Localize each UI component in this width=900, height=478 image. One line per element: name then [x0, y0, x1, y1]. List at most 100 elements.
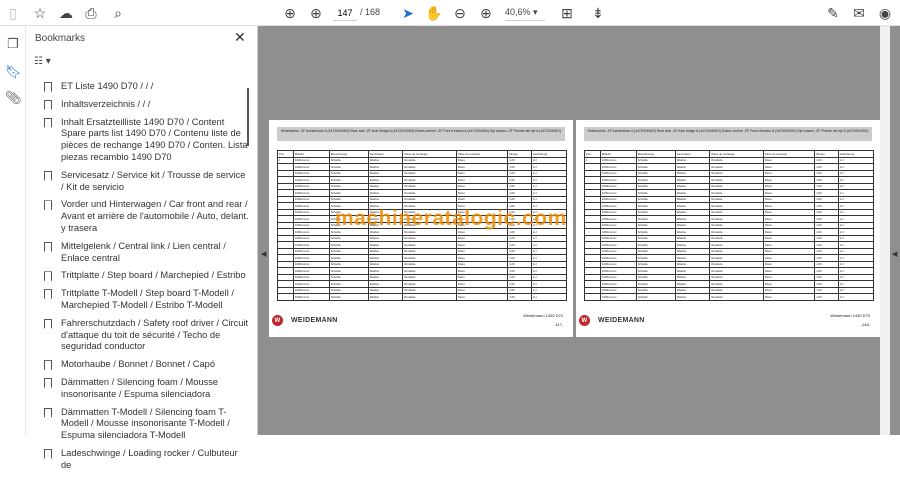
document-scrollbar[interactable]	[880, 26, 890, 435]
bookmark-item[interactable]: Trittplatte T-Modell / Step board T-Mode…	[40, 288, 250, 312]
table-cell: Disco	[762, 293, 816, 301]
bookmark-icon	[44, 170, 52, 181]
bookmark-icon	[44, 82, 52, 92]
bookmark-icon	[44, 271, 52, 282]
table-cell: Rondelle	[709, 293, 764, 301]
watermark: machineratalogic.com	[335, 207, 567, 230]
bookmark-label: Ladeschwinge / Loading rocker / Culbuteu…	[61, 447, 238, 470]
bookmark-label: Dämmatten T-Modell / Silencing foam T-Mo…	[61, 406, 230, 441]
table-cell: 1000xxxxxx	[292, 293, 330, 301]
bookmark-icon	[44, 407, 52, 418]
table-cell: Rondelle	[402, 293, 457, 301]
zoom-out-icon[interactable]: ⊖	[451, 4, 469, 22]
table-cell: 1,00	[814, 293, 839, 301]
footer-model: Weidemann 1490 D70	[830, 313, 870, 318]
page-fit-icon[interactable]: ⊞	[558, 4, 576, 22]
bookmark-item[interactable]: Servicesatz / Service kit / Trousse de s…	[40, 170, 250, 194]
bookmark-label: Trittplatte T-Modell / Step board T-Mode…	[61, 288, 234, 310]
account-icon[interactable]: ◉	[876, 4, 894, 22]
hand-tool-icon[interactable]: ✋	[425, 4, 443, 22]
collapse-left-arrow[interactable]: ◀	[261, 250, 266, 258]
page-down-icon[interactable]: ⊕	[307, 4, 325, 22]
pages-icon[interactable]: ❐	[5, 36, 21, 52]
bookmark-label: Mittelgelenk / Central link / Lien centr…	[61, 240, 226, 263]
select-cursor-icon[interactable]: ➤	[399, 4, 417, 22]
logo-text: WEIDEMANN	[291, 317, 338, 324]
bookmark-item[interactable]: Inhaltsverzeichnis / / /	[40, 99, 250, 111]
attachment-icon[interactable]: 📎︎	[5, 90, 22, 106]
bookmark-item[interactable]: Dämmatten T-Modell / Silencing foam T-Mo…	[40, 407, 250, 442]
bookmark-list: ET Liste 1490 D70 / / / Inhaltsverzeichni…	[40, 81, 250, 478]
bookmark-label: Fahrerschutzdach / Safety roof driver / …	[61, 317, 249, 352]
footer-page-number: -148-	[860, 322, 870, 327]
save-icon[interactable]: ▯	[4, 4, 22, 22]
table-cell	[584, 293, 601, 301]
bookmark-icon	[44, 241, 52, 252]
search-icon[interactable]: ⌕	[109, 4, 127, 22]
bookmark-icon	[44, 360, 52, 371]
pdf-page: Hinterachse -ZF Achsbrücke A (447200405O…	[576, 120, 880, 337]
page-up-icon[interactable]: ⊕	[281, 4, 299, 22]
page-total: / 168	[360, 7, 381, 17]
bookmark-icon	[44, 200, 52, 211]
table-row: 1000xxxxxx Scheibe Washer Rondelle Disco 1,00…	[584, 293, 875, 301]
table-cell	[277, 293, 294, 301]
page-number-input[interactable]	[333, 5, 357, 21]
weidemann-logo: W WEIDEMANN	[272, 315, 338, 326]
bookmark-label: Inhaltsverzeichnis / / /	[61, 98, 151, 109]
bookmark-panel-icon[interactable]: 🔖︎	[5, 64, 22, 80]
sign-icon[interactable]: ✎	[824, 4, 842, 22]
bookmark-icon	[44, 448, 52, 459]
bookmark-label: Vorder und Hinterwagen / Car front and r…	[61, 199, 249, 233]
bookmark-item[interactable]: Mittelgelenk / Central link / Lien centr…	[40, 241, 250, 265]
scroll-mode-icon[interactable]: ⇟	[589, 4, 607, 22]
table-cell: Washer	[367, 293, 404, 301]
bookmark-label: Inhalt Ersatzteilliste 1490 D70 / Conten…	[61, 116, 248, 162]
bookmark-label: Trittplatte / Step board / Marchepied / …	[61, 270, 246, 281]
table-cell: Disco	[455, 293, 509, 301]
table-cell: 1,00	[507, 293, 532, 301]
print-icon[interactable]: ⎙	[82, 4, 100, 22]
bookmark-label: Motorhaube / Bonnet / Bonnet / Capó	[61, 359, 216, 370]
bookmark-item[interactable]: Trittplatte / Step board / Marchepied / …	[40, 270, 250, 282]
weidemann-logo: W WEIDEMANN	[579, 315, 645, 326]
bookmark-icon	[44, 289, 52, 300]
bookmark-icon	[44, 318, 52, 329]
bookmark-item[interactable]: Fahrerschutzdach / Safety roof driver / …	[40, 318, 250, 353]
bookmark-label: Servicesatz / Service kit / Trousse de s…	[61, 169, 246, 192]
bookmark-icon	[44, 117, 52, 128]
star-icon[interactable]: ☆	[31, 4, 49, 22]
close-icon[interactable]: ✕	[234, 29, 246, 46]
cloud-upload-icon[interactable]: ☁	[57, 4, 75, 22]
left-rail: ❐ 🔖︎ 📎︎	[0, 26, 26, 435]
bookmark-item[interactable]: Inhalt Ersatzteilliste 1490 D70 / Conten…	[40, 117, 250, 164]
bookmark-item[interactable]: Vorder und Hinterwagen / Car front and r…	[40, 199, 250, 234]
bookmark-item[interactable]: ET Liste 1490 D70 / / /	[40, 81, 250, 93]
table-cell: Scheibe	[328, 293, 369, 301]
panel-title: Bookmarks	[35, 33, 86, 44]
mail-icon[interactable]: ✉	[850, 4, 868, 22]
zoom-in-icon[interactable]: ⊕	[477, 4, 495, 22]
table-cell: Scheibe	[635, 293, 676, 301]
zoom-value: 40,6%	[505, 7, 531, 17]
bookmarks-panel: Bookmarks ✕ ☷ ▾ ET Liste 1490 D70 / / / I…	[26, 26, 258, 470]
logo-text: WEIDEMANN	[598, 317, 645, 324]
zoom-select[interactable]: 40,6% ▾	[505, 5, 545, 21]
bookmark-options-button[interactable]: ☷ ▾	[34, 56, 51, 67]
bookmark-icon	[44, 99, 52, 110]
bookmark-item[interactable]: Ladeschwinge / Loading rocker / Culbuteu…	[40, 448, 250, 472]
table-row: 1000xxxxxx Scheibe Washer Rondelle Disco 1,00…	[277, 293, 568, 301]
parts-table: Pos Mittelnr Bezeichnung Description Pièce d…	[584, 150, 875, 301]
toolbar: ▯ ☆ ☁ ⎙ ⌕ ⊕ ⊕ / 168 ➤ ✋ ⊖ ⊕ 40,6% ▾ ⊞ ⇟ …	[0, 0, 900, 26]
page-heading: Hinterachse -ZF Achsbrücke A (447200405O…	[277, 127, 565, 141]
bookmark-icon	[44, 377, 52, 388]
bookmark-item[interactable]: Motorhaube / Bonnet / Bonnet / Capó	[40, 359, 250, 371]
table-cell: L/J	[837, 293, 875, 301]
footer-page-number: -147-	[553, 322, 563, 327]
footer-model: Weidemann 1490 D70	[523, 313, 563, 318]
table-cell: Washer	[674, 293, 711, 301]
panel-scrollbar[interactable]	[245, 82, 251, 435]
bookmark-item[interactable]: Dämmatten / Silencing foam / Mousse inso…	[40, 377, 250, 401]
bookmark-label: ET Liste 1490 D70 / / /	[61, 81, 154, 91]
collapse-right-arrow[interactable]: ◀	[892, 250, 897, 258]
